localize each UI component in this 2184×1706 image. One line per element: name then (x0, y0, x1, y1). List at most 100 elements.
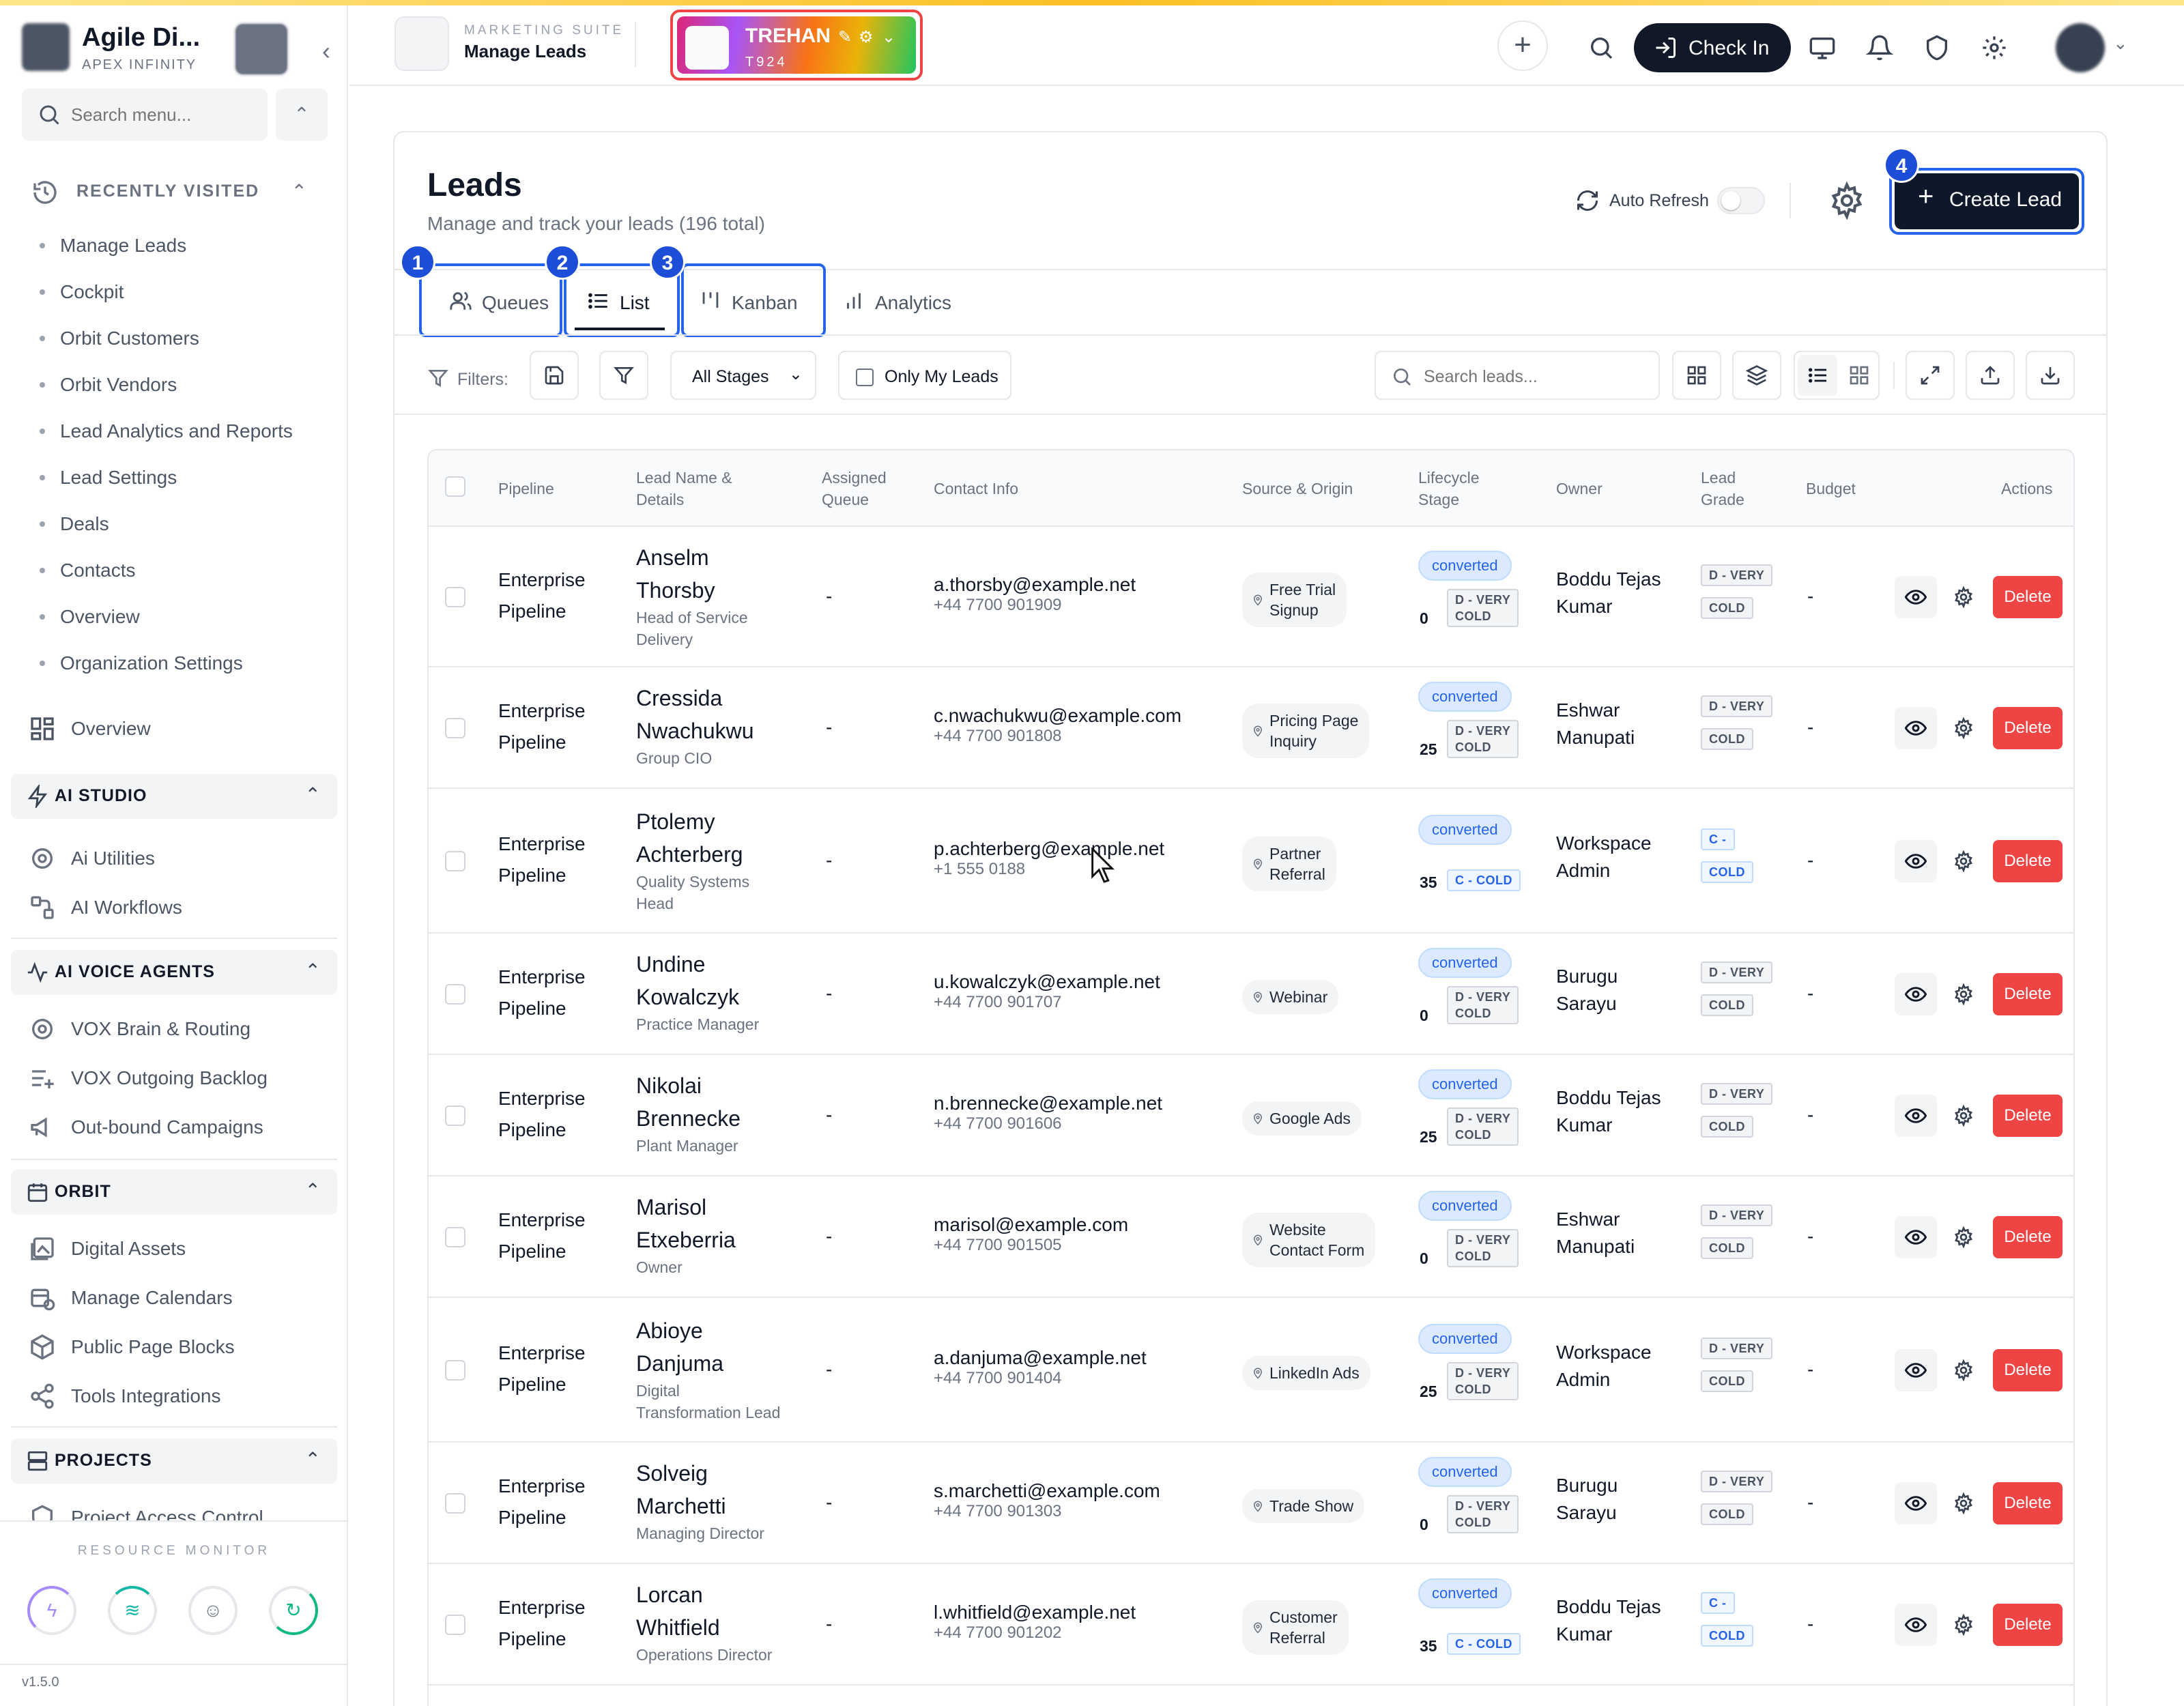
lead-phone[interactable]: +44 7700 901707 (934, 993, 1160, 1012)
delete-lead-button[interactable]: Delete (1993, 1216, 2063, 1258)
sidebar-item-public-page-blocks[interactable]: Public Page Blocks (27, 1324, 328, 1370)
table-row[interactable]: Enterprise Pipeline Nikolai Brennecke Plant … (429, 1055, 2073, 1176)
monitor-icon[interactable] (1809, 34, 1836, 61)
group-projects[interactable]: PROJECTS ⌃ (11, 1438, 337, 1484)
column-header[interactable]: Lifecycle (1418, 467, 1479, 489)
search-icon[interactable] (1587, 34, 1615, 61)
sidebar-item-digital-assets[interactable]: Digital Assets (27, 1226, 328, 1272)
recently-visited-header[interactable]: RECENTLY VISITED ⌃ (27, 171, 328, 214)
column-header[interactable]: Owner (1556, 478, 1603, 500)
table-row[interactable]: Enterprise Pipeline Anselm Thorsby Head of S… (429, 527, 2073, 667)
refresh-icon[interactable]: ↻ (269, 1586, 318, 1635)
tenant-switcher[interactable]: TREHAN T924 ✎ ⚙ ⌄ (670, 10, 923, 81)
lead-settings-button[interactable] (1942, 1095, 1985, 1137)
group-ai-voice-agents[interactable]: AI VOICE AGENTS ⌃ (11, 950, 337, 995)
lead-settings-button[interactable] (1942, 576, 1985, 618)
recent-item[interactable]: Lead Settings (34, 454, 334, 501)
fullscreen-button[interactable] (1906, 351, 1955, 400)
shield-icon[interactable] (1923, 34, 1951, 61)
row-checkbox[interactable] (445, 1360, 465, 1380)
row-checkbox[interactable] (445, 1227, 465, 1247)
lead-phone[interactable]: +44 7700 901606 (934, 1114, 1162, 1133)
sidebar-item-manage-calendars[interactable]: Manage Calendars (27, 1275, 328, 1321)
lead-name-cell[interactable]: Anselm Thorsby Head of Service Delivery (636, 541, 748, 650)
sidebar-item-overview[interactable]: Overview (27, 706, 328, 752)
recent-item[interactable]: Overview (34, 594, 334, 640)
column-header[interactable]: Queue (822, 489, 869, 510)
lead-search-input[interactable] (1424, 364, 1642, 389)
column-header[interactable]: Details (636, 489, 684, 510)
sidebar-item-ai-utilities[interactable]: Ai Utilities (27, 835, 328, 882)
filter-button[interactable] (599, 351, 648, 400)
view-lead-button[interactable] (1895, 1095, 1937, 1137)
zap-icon[interactable]: ϟ (27, 1586, 76, 1635)
table-row[interactable]: Enterprise Pipeline Solveig Marchetti Managi… (429, 1443, 2073, 1564)
delete-lead-button[interactable]: Delete (1993, 707, 2063, 749)
chevron-up-icon[interactable]: ⌃ (276, 89, 328, 141)
row-checkbox[interactable] (445, 984, 465, 1004)
view-lead-button[interactable] (1895, 840, 1937, 882)
lead-name-cell[interactable]: Solveig Marchetti Managing Director (636, 1457, 764, 1544)
chevron-down-icon[interactable]: ⌄ (2113, 33, 2128, 54)
tab-queues[interactable]: Queues (419, 273, 562, 330)
lead-phone[interactable]: +44 7700 901303 (934, 1502, 1160, 1521)
gear-icon[interactable]: ⚙ (859, 27, 874, 47)
row-checkbox[interactable] (445, 1493, 465, 1514)
delete-lead-button[interactable]: Delete (1993, 576, 2063, 618)
recent-item[interactable]: Orbit Vendors (34, 362, 334, 408)
lead-settings-button[interactable] (1942, 707, 1985, 749)
row-checkbox[interactable] (445, 1615, 465, 1635)
lead-settings-button[interactable] (1942, 973, 1985, 1015)
lead-name-cell[interactable]: Marisol Etxeberria Owner (636, 1191, 736, 1278)
user-avatar[interactable] (2056, 23, 2105, 72)
upload-button[interactable] (1966, 351, 2015, 400)
org-avatar[interactable] (233, 22, 289, 76)
add-icon[interactable]: + (1497, 20, 1548, 71)
save-filter-button[interactable] (530, 351, 579, 400)
recent-item[interactable]: Orbit Customers (34, 315, 334, 362)
lead-settings-button[interactable] (1942, 1482, 1985, 1524)
group-ai-studio[interactable]: AI STUDIO ⌃ (11, 774, 337, 819)
recent-item[interactable]: Lead Analytics and Reports (34, 408, 334, 454)
collapse-sidebar-icon[interactable]: ‹ (322, 37, 330, 66)
table-row[interactable]: Enterprise Pipeline Abioye Danjuma Digital Tr… (429, 1298, 2073, 1443)
stage-select[interactable]: All Stages ⌄ (670, 351, 816, 400)
row-checkbox[interactable] (445, 1105, 465, 1126)
lead-name-cell[interactable]: Cressida Nwachukwu Group CIO (636, 682, 754, 769)
row-checkbox[interactable] (445, 718, 465, 738)
sidebar-item-vox-brain[interactable]: VOX Brain & Routing (27, 1006, 328, 1052)
delete-lead-button[interactable]: Delete (1993, 1349, 2063, 1391)
brand[interactable]: Agile Di... APEX INFINITY ‹ (22, 16, 330, 82)
lead-settings-button[interactable] (1942, 1216, 1985, 1258)
only-my-leads-checkbox[interactable] (856, 368, 874, 386)
lead-email[interactable]: l.whitfield@example.net (934, 1602, 1136, 1623)
column-header[interactable]: Source & Origin (1242, 478, 1353, 500)
table-row[interactable]: Enterprise Pipeline Cressida Nwachukwu Group… (429, 667, 2073, 789)
select-all-checkbox[interactable] (445, 476, 465, 497)
lead-phone[interactable]: +44 7700 901202 (934, 1623, 1136, 1643)
lead-settings-button[interactable] (1942, 1604, 1985, 1646)
lead-email[interactable]: u.kowalczyk@example.net (934, 971, 1160, 993)
lead-name-cell[interactable]: Ptolemy Achterberg Quality Systems Head (636, 805, 749, 914)
lead-email[interactable]: p.achterberg@example.net (934, 838, 1164, 860)
auto-refresh-toggle[interactable] (1717, 187, 1765, 214)
gear-icon[interactable] (1981, 34, 2008, 61)
lead-phone[interactable]: +44 7700 901404 (934, 1369, 1147, 1388)
recent-item[interactable]: Deals (34, 501, 334, 547)
sidebar-item-ai-workflows[interactable]: AI Workflows (27, 884, 328, 931)
table-row[interactable]: Enterprise Pipeline Lorcan Whitfield Operati… (429, 1564, 2073, 1686)
table-row[interactable]: Enterprise Pipeline Marisol Etxeberria Owner… (429, 1176, 2073, 1298)
group-orbit[interactable]: ORBIT ⌃ (11, 1170, 337, 1215)
column-header[interactable]: Lead (1701, 467, 1736, 489)
lead-name-cell[interactable]: Nikolai Brennecke Plant Manager (636, 1069, 741, 1157)
table-row[interactable]: Enterprise Pipeline Ptolemy Achterberg Quali… (429, 789, 2073, 934)
recent-item[interactable]: Cockpit (34, 269, 334, 315)
recent-item[interactable]: Contacts (34, 547, 334, 594)
lead-name-cell[interactable]: Abioye Danjuma Digital Transformation Lead (636, 1314, 780, 1423)
tab-list[interactable]: List (564, 273, 680, 330)
grid-view-icon[interactable] (1848, 364, 1870, 386)
column-header[interactable]: Contact Info (934, 478, 1018, 500)
lead-phone[interactable]: +1 555 0188 (934, 860, 1164, 879)
table-row[interactable]: Enterprise Pipeline Undine Kowalczyk Practic… (429, 934, 2073, 1055)
edit-icon[interactable]: ✎ (838, 27, 852, 47)
